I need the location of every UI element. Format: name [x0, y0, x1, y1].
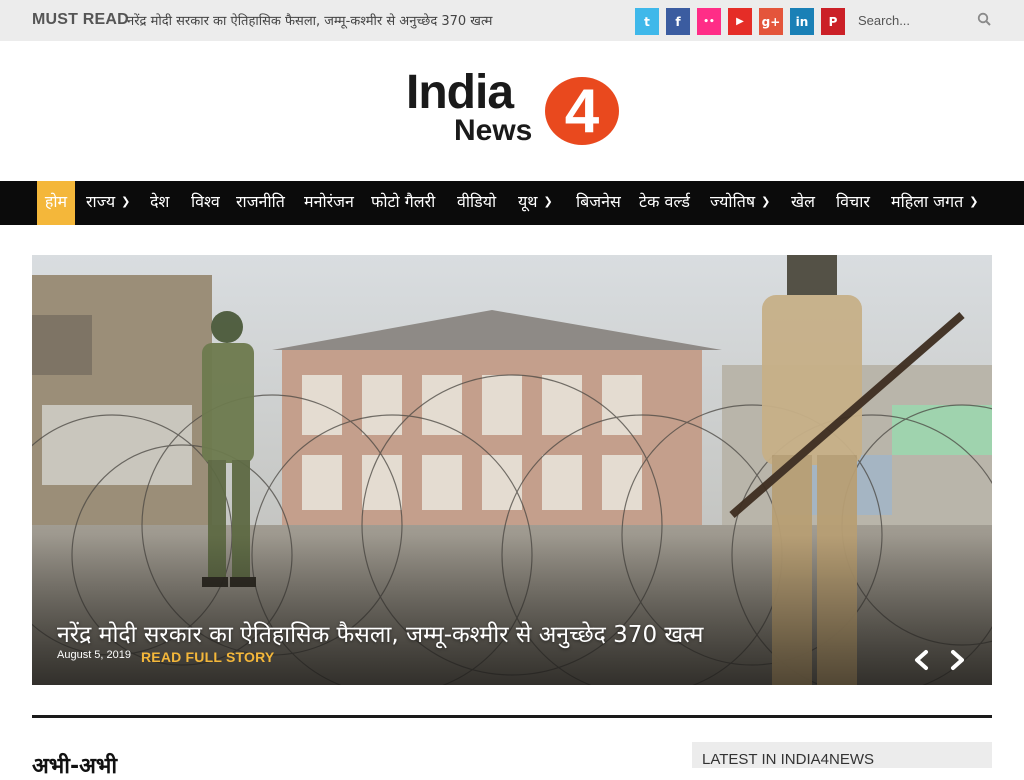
latest-widget-title: LATEST IN INDIA4NEWS [702, 751, 874, 768]
logo-four-badge: 4 [545, 77, 619, 146]
nav-item-manoranjan[interactable]: मनोरंजन [304, 181, 354, 225]
nav-item-label: देश [150, 192, 170, 211]
chevron-left-icon[interactable] [911, 649, 933, 671]
latest-widget-header: LATEST IN INDIA4NEWS [692, 742, 992, 768]
ticker-headline-link[interactable]: नरेंद्र मोदी सरकार का ऐतिहासिक फैसला, जम… [127, 11, 492, 29]
nav-item-label: विचार [836, 192, 870, 211]
nav-item-label: यूथ [518, 192, 538, 211]
logo-number: 4 [565, 77, 600, 146]
read-full-story-link[interactable]: READ FULL STORY [141, 649, 274, 665]
nav-item-youth[interactable]: यूथ ❯ [518, 181, 553, 225]
google-plus-icon[interactable]: g+ [759, 8, 783, 35]
nav-item-vichar[interactable]: विचार [836, 181, 870, 225]
search-icon[interactable] [977, 12, 991, 26]
pinterest-icon[interactable]: P [821, 8, 845, 35]
must-read-label: MUST READ [32, 11, 129, 28]
nav-item-rajya[interactable]: राज्य ❯ [86, 181, 130, 225]
youtube-icon[interactable]: ▶ [728, 8, 752, 35]
nav-item-label: महिला जगत [891, 192, 964, 211]
logo-word-news: News [454, 114, 533, 147]
nav-item-rajneeti[interactable]: राजनीति [236, 181, 285, 225]
featured-slider[interactable]: नरेंद्र मोदी सरकार का ऐतिहासिक फैसला, जम… [32, 255, 992, 685]
slide-headline[interactable]: नरेंद्र मोदी सरकार का ऐतिहासिक फैसला, जम… [57, 617, 703, 649]
chevron-down-icon: ❯ [543, 195, 553, 208]
logo-word-india: India [406, 66, 514, 119]
chevron-down-icon: ❯ [969, 195, 979, 208]
nav-item-home[interactable]: होम [37, 181, 75, 225]
top-bar: MUST READ नरेंद्र मोदी सरकार का ऐतिहासिक… [0, 0, 1024, 41]
chevron-down-icon: ❯ [761, 195, 771, 208]
nav-item-label: खेल [791, 192, 815, 211]
nav-item-label: विश्व [191, 192, 220, 211]
nav-item-vishwa[interactable]: विश्व [191, 181, 220, 225]
nav-item-label: राजनीति [236, 192, 285, 211]
site-logo[interactable]: India News 4 [406, 68, 620, 150]
nav-item-label: होम [44, 192, 68, 211]
nav-item-jyotish[interactable]: ज्योतिष ❯ [710, 181, 770, 225]
nav-item-video[interactable]: वीडियो [457, 181, 496, 225]
nav-item-label: बिजनेस [576, 192, 621, 211]
nav-item-mahila-jagat[interactable]: महिला जगत ❯ [891, 181, 979, 225]
section-title-abhi-abhi: अभी-अभी [32, 754, 118, 779]
nav-item-tech-world[interactable]: टेक वर्ल्ड [639, 181, 690, 225]
nav-item-label: राज्य [86, 192, 116, 211]
nav-item-khel[interactable]: खेल [791, 181, 815, 225]
nav-item-label: टेक वर्ल्ड [639, 192, 690, 211]
facebook-icon[interactable]: f [666, 8, 690, 35]
nav-item-label: वीडियो [457, 192, 497, 211]
section-divider [32, 715, 992, 718]
nav-item-photo-gallery[interactable]: फोटो गैलरी [371, 181, 435, 225]
flickr-icon[interactable]: •• [697, 8, 721, 35]
nav-item-desh[interactable]: देश [150, 181, 169, 225]
main-navigation: होम राज्य ❯ देश विश्व राजनीति मनोरंजन फोट… [0, 181, 1024, 225]
twitter-icon[interactable]: t [635, 8, 659, 35]
nav-item-label: फोटो गैलरी [371, 192, 436, 211]
chevron-right-icon[interactable] [946, 649, 968, 671]
linkedin-icon[interactable]: in [790, 8, 814, 35]
nav-item-label: ज्योतिष [710, 192, 756, 211]
nav-item-label: मनोरंजन [304, 192, 354, 211]
slide-date: August 5, 2019 [57, 649, 132, 661]
nav-item-business[interactable]: बिजनेस [576, 181, 621, 225]
chevron-down-icon: ❯ [121, 195, 131, 208]
